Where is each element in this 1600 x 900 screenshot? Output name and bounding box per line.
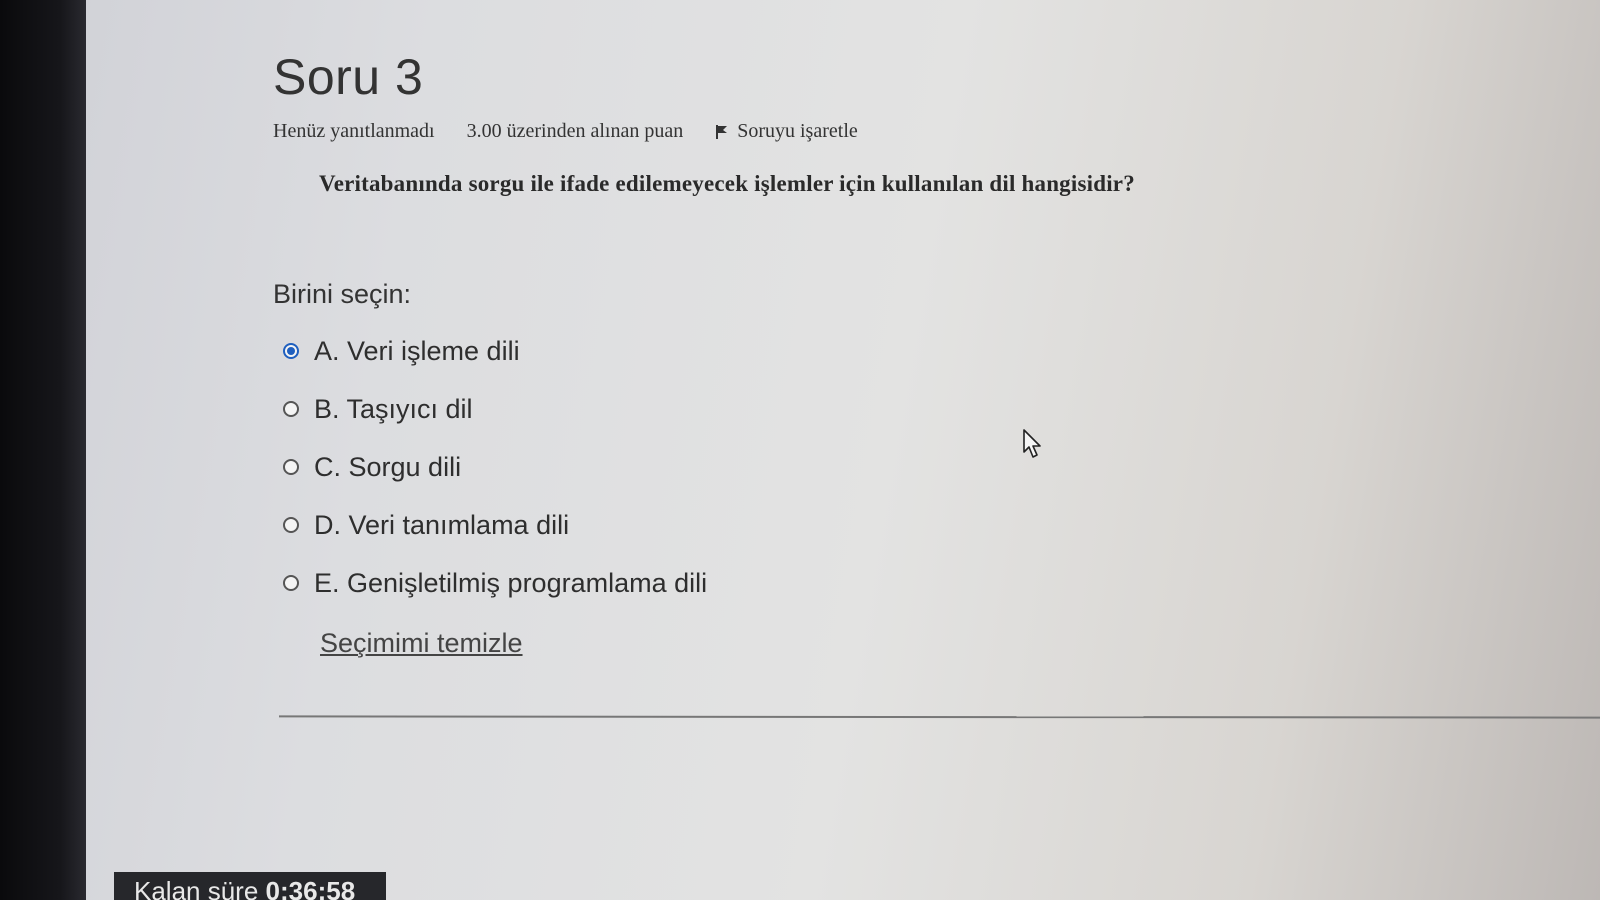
answer-label-d: D. Veri tanımlama dili <box>314 509 570 540</box>
divider <box>278 715 1600 719</box>
timer-value: 0:36:58 <box>265 876 356 900</box>
answer-option-e[interactable]: E. Genişletilmiş programlama dili <box>283 554 1573 612</box>
mouse-cursor-icon <box>1023 429 1041 458</box>
radio-button-c[interactable] <box>283 459 299 475</box>
answer-option-d[interactable]: D. Veri tanımlama dili <box>283 496 1573 554</box>
question-grade: 3.00 üzerinden alınan puan <box>466 120 684 142</box>
radio-button-d[interactable] <box>283 517 299 533</box>
answer-option-a[interactable]: A. Veri işleme dili <box>283 322 1573 380</box>
answer-label-a: A. Veri işleme dili <box>314 335 520 366</box>
question-info: Henüz yanıtlanmadı 3.00 üzerinden alınan… <box>273 120 1573 143</box>
radio-button-a[interactable] <box>283 343 299 359</box>
answer-option-c[interactable]: C. Sorgu dili <box>283 438 1573 496</box>
answer-option-b[interactable]: B. Taşıyıcı dil <box>283 380 1573 438</box>
answer-list: A. Veri işleme dili B. Taşıyıcı dil C. S… <box>283 322 1573 612</box>
question-status: Henüz yanıtlanmadı <box>273 120 435 142</box>
answer-prompt: Birini seçin: <box>273 279 412 309</box>
flag-question-link[interactable]: Soruyu işaretle <box>715 120 858 143</box>
time-remaining: Kalan süre 0:36:58 <box>114 872 386 900</box>
clear-selection-link[interactable]: Seçimimi temizle <box>320 628 523 659</box>
flag-question-label: Soruyu işaretle <box>737 120 858 142</box>
flag-icon <box>716 124 728 139</box>
left-bezel <box>0 0 86 900</box>
radio-button-b[interactable] <box>283 401 299 417</box>
question-panel: Soru 3 Henüz yanıtlanmadı 3.00 üzerinden… <box>273 48 1573 659</box>
screen: Soru 3 Henüz yanıtlanmadı 3.00 üzerinden… <box>0 0 1600 900</box>
answer-label-e: E. Genişletilmiş programlama dili <box>314 567 708 598</box>
radio-button-e[interactable] <box>283 575 299 591</box>
answer-label-b: B. Taşıyıcı dil <box>314 393 473 424</box>
question-title: Soru 3 <box>273 49 424 105</box>
question-text: Veritabanında sorgu ile ifade edilemeyec… <box>319 171 1135 196</box>
timer-label: Kalan süre <box>134 876 259 900</box>
answer-label-c: C. Sorgu dili <box>314 451 462 482</box>
